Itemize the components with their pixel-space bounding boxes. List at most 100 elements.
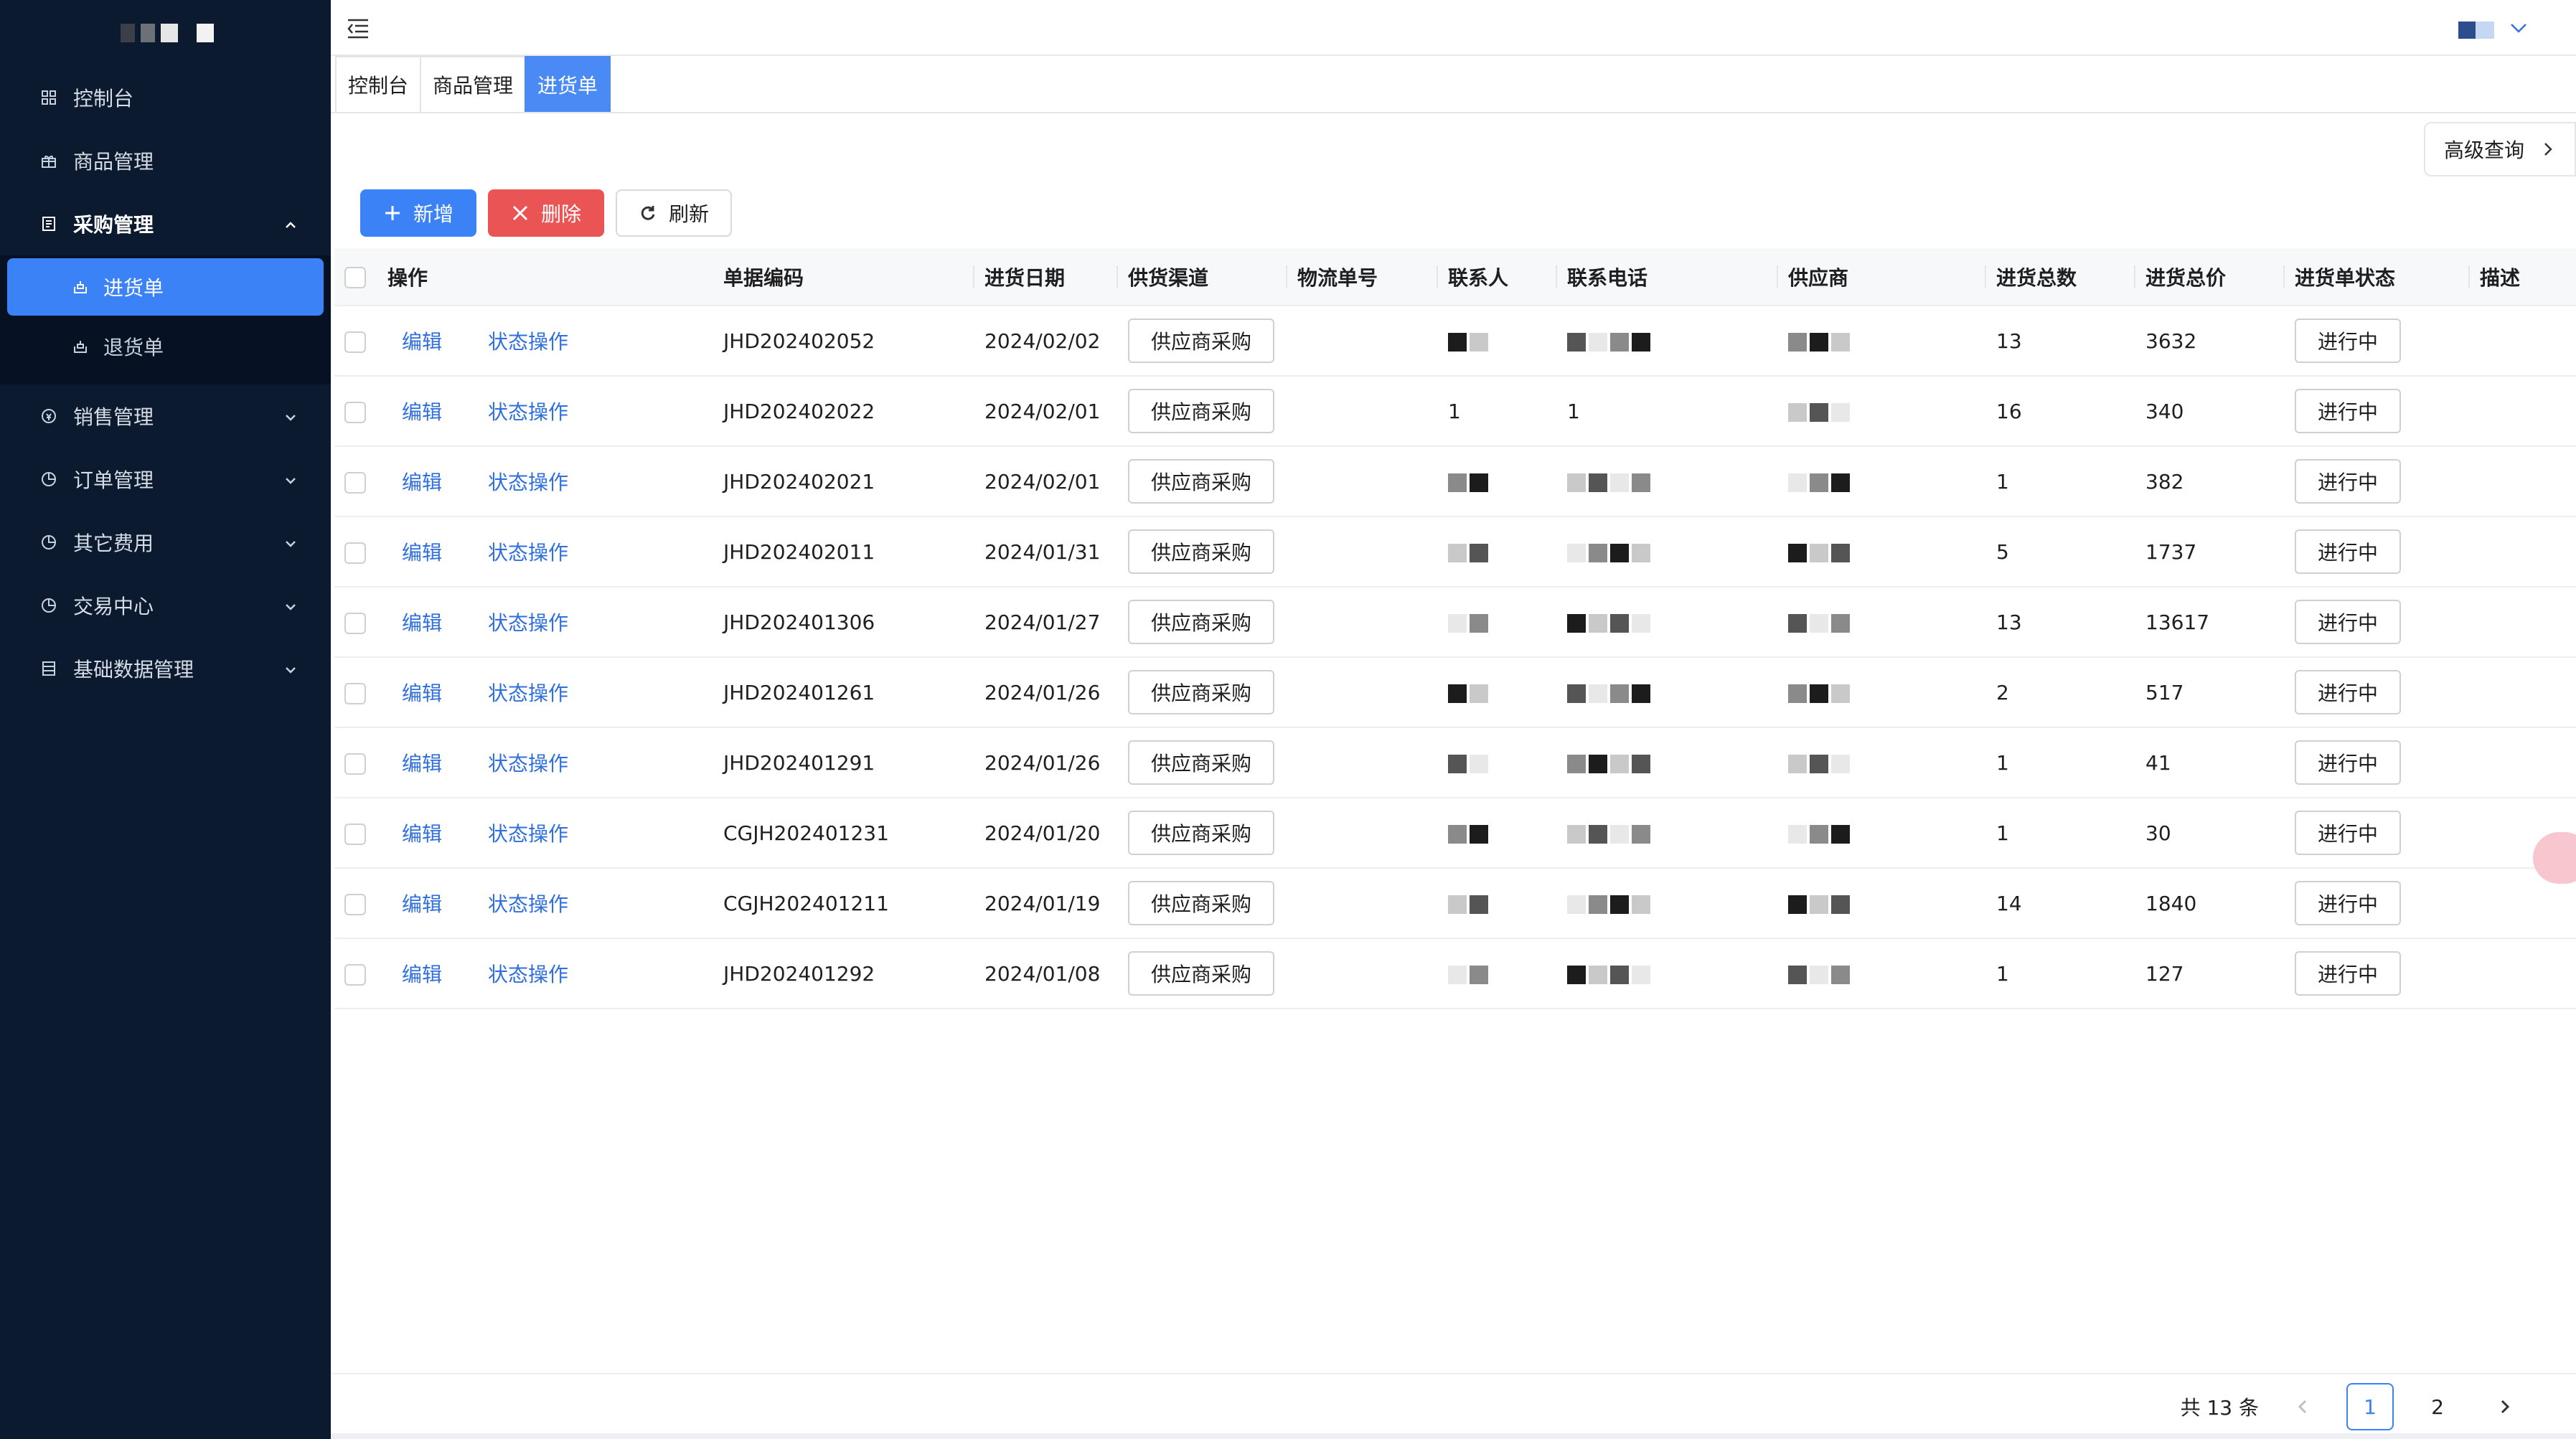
sidebar-item-return-order[interactable]: 退货单 xyxy=(0,316,331,377)
sidebar-item-orders[interactable]: 订单管理 xyxy=(0,448,331,511)
edit-link[interactable]: 编辑 xyxy=(402,748,442,777)
status-operation-link[interactable]: 状态操作 xyxy=(488,397,568,425)
tab-purchase-order[interactable]: 进货单 xyxy=(525,56,611,112)
user-menu[interactable] xyxy=(2458,20,2529,40)
column-header-label: 进货日期 xyxy=(984,265,1066,290)
row-checkbox[interactable] xyxy=(344,893,366,915)
contact-cell xyxy=(1438,516,1557,588)
channel-tag-button[interactable]: 供应商采购 xyxy=(1128,881,1275,925)
row-checkbox[interactable] xyxy=(344,471,366,494)
channel-tag-button[interactable]: 供应商采购 xyxy=(1128,600,1275,644)
table-row[interactable]: 编辑 状态操作 JHD202402052 2024/02/02 供应商采购 13 3632 进… xyxy=(334,306,2576,377)
sidebar-item-dashboard[interactable]: 控制台 xyxy=(0,66,331,129)
total-quantity-cell: 13 xyxy=(1986,306,2135,377)
table-row[interactable]: 编辑 状态操作 JHD202401291 2024/01/26 供应商采购 1 41 进行中 xyxy=(334,727,2576,798)
row-actions-cell: 编辑 状态操作 xyxy=(377,446,713,517)
row-checkbox[interactable] xyxy=(344,401,366,423)
page-button-1[interactable]: 1 xyxy=(2346,1383,2394,1430)
sidebar-item-purchase-order[interactable]: 进货单 xyxy=(7,258,324,316)
edit-link[interactable]: 编辑 xyxy=(402,326,442,355)
status-operation-link[interactable]: 状态操作 xyxy=(488,326,568,355)
next-page-button[interactable] xyxy=(2481,1383,2529,1430)
edit-link[interactable]: 编辑 xyxy=(402,959,442,988)
sidebar-item-products[interactable]: 商品管理 xyxy=(0,129,331,192)
status-operation-link[interactable]: 状态操作 xyxy=(488,467,568,496)
menu-collapse-icon[interactable] xyxy=(347,17,370,39)
edit-link[interactable]: 编辑 xyxy=(402,889,442,917)
status-button[interactable]: 进行中 xyxy=(2295,811,2402,855)
status-button[interactable]: 进行中 xyxy=(2295,740,2402,785)
row-actions-cell: 编辑 状态操作 xyxy=(377,516,713,588)
channel-tag-button[interactable]: 供应商采购 xyxy=(1128,740,1275,785)
table-row[interactable]: 编辑 状态操作 JHD202401292 2024/01/08 供应商采购 1 127 进行中 xyxy=(334,938,2576,1009)
contact-cell xyxy=(1438,446,1557,517)
channel-tag-button[interactable]: 供应商采购 xyxy=(1128,529,1275,574)
logistics-number-cell xyxy=(1287,306,1438,377)
table-row[interactable]: 编辑 状态操作 JHD202402022 2024/02/01 供应商采购 1 1 16 340… xyxy=(334,376,2576,447)
row-checkbox[interactable] xyxy=(344,542,366,564)
tab-products[interactable]: 商品管理 xyxy=(420,56,527,112)
status-button[interactable]: 进行中 xyxy=(2295,951,2402,996)
column-header-label: 联系电话 xyxy=(1567,265,1648,290)
tab-dashboard[interactable]: 控制台 xyxy=(335,56,422,112)
status-button[interactable]: 进行中 xyxy=(2295,459,2402,504)
channel-tag-button[interactable]: 供应商采购 xyxy=(1128,811,1275,855)
row-checkbox[interactable] xyxy=(344,682,366,704)
channel-tag-button[interactable]: 供应商采购 xyxy=(1128,459,1275,504)
add-button[interactable]: 新增 xyxy=(360,189,477,237)
status-operation-link[interactable]: 状态操作 xyxy=(488,608,568,636)
row-checkbox[interactable] xyxy=(344,752,366,775)
supplier-cell xyxy=(1778,376,1986,447)
status-operation-link[interactable]: 状态操作 xyxy=(488,748,568,777)
channel-tag-button[interactable]: 供应商采购 xyxy=(1128,951,1275,996)
status-operation-link[interactable]: 状态操作 xyxy=(488,537,568,566)
channel-tag-button[interactable]: 供应商采购 xyxy=(1128,389,1275,433)
status-operation-link[interactable]: 状态操作 xyxy=(488,959,568,988)
edit-link[interactable]: 编辑 xyxy=(402,397,442,425)
sidebar-item-other-fees[interactable]: 其它费用 xyxy=(0,511,331,574)
status-button[interactable]: 进行中 xyxy=(2295,670,2402,714)
redacted-content xyxy=(1567,824,1650,844)
row-checkbox[interactable] xyxy=(344,331,366,353)
table-row[interactable]: 编辑 状态操作 JHD202401306 2024/01/27 供应商采购 13 13617… xyxy=(334,587,2576,658)
row-checkbox[interactable] xyxy=(344,823,366,845)
table-row[interactable]: 编辑 状态操作 CGJH202401231 2024/01/20 供应商采购 1 30 进行中 xyxy=(334,798,2576,869)
description-cell xyxy=(2470,516,2576,588)
table-row[interactable]: 编辑 状态操作 CGJH202401211 2024/01/19 供应商采购 14 1840… xyxy=(334,868,2576,939)
status-button[interactable]: 进行中 xyxy=(2295,600,2402,644)
status-button[interactable]: 进行中 xyxy=(2295,319,2402,363)
row-checkbox[interactable] xyxy=(344,963,366,986)
channel-tag-button[interactable]: 供应商采购 xyxy=(1128,319,1275,363)
status-operation-link[interactable]: 状态操作 xyxy=(488,818,568,847)
table-row[interactable]: 编辑 状态操作 JHD202402011 2024/01/31 供应商采购 5 1737 进行… xyxy=(334,516,2576,588)
edit-link[interactable]: 编辑 xyxy=(402,537,442,566)
purchase-date-cell: 2024/01/08 xyxy=(974,938,1118,1009)
status-operation-link[interactable]: 状态操作 xyxy=(488,678,568,707)
channel-tag-button[interactable]: 供应商采购 xyxy=(1128,670,1275,714)
redacted-content xyxy=(1448,473,1488,492)
redacted-content xyxy=(1448,543,1488,562)
refresh-button[interactable]: 刷新 xyxy=(616,189,733,237)
table-row[interactable]: 编辑 状态操作 JHD202402021 2024/02/01 供应商采购 1 382 进行中 xyxy=(334,446,2576,517)
edit-link[interactable]: 编辑 xyxy=(402,678,442,707)
status-button[interactable]: 进行中 xyxy=(2295,529,2402,574)
status-button[interactable]: 进行中 xyxy=(2295,389,2402,433)
select-all-checkbox[interactable] xyxy=(344,267,366,288)
table-row[interactable]: 编辑 状态操作 JHD202401261 2024/01/26 供应商采购 2 517 进行中 xyxy=(334,657,2576,728)
row-checkbox[interactable] xyxy=(344,612,366,634)
edit-link[interactable]: 编辑 xyxy=(402,467,442,496)
page-button-2[interactable]: 2 xyxy=(2414,1383,2461,1430)
avatar xyxy=(2458,22,2494,39)
status-operation-link[interactable]: 状态操作 xyxy=(488,889,568,917)
sidebar-item-purchase[interactable]: 采购管理 xyxy=(0,192,331,255)
sidebar-item-trade-center[interactable]: 交易中心 xyxy=(0,574,331,637)
edit-link[interactable]: 编辑 xyxy=(402,818,442,847)
sidebar-item-base-data[interactable]: 基础数据管理 xyxy=(0,637,331,700)
prev-page-button[interactable] xyxy=(2279,1383,2326,1430)
row-select-cell xyxy=(334,868,377,939)
edit-link[interactable]: 编辑 xyxy=(402,608,442,636)
status-button[interactable]: 进行中 xyxy=(2295,881,2402,925)
delete-button[interactable]: 删除 xyxy=(488,189,605,237)
sidebar-item-sales[interactable]: 销售管理 xyxy=(0,384,331,448)
advanced-query-button[interactable]: 高级查询 xyxy=(2424,122,2576,176)
